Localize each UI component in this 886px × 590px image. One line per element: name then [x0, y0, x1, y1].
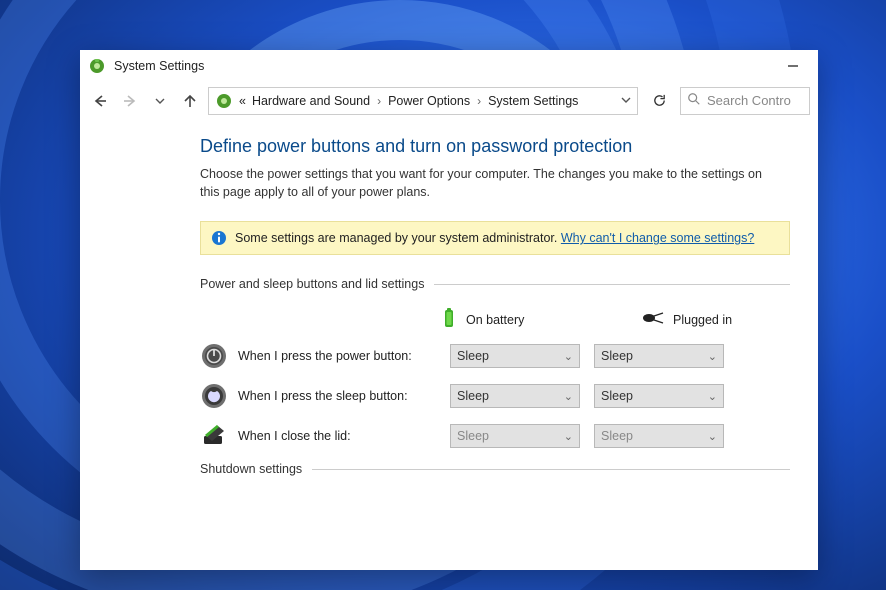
- chevron-down-icon: ⌄: [564, 390, 573, 403]
- select-value: Sleep: [601, 389, 633, 403]
- titlebar: System Settings: [80, 50, 818, 82]
- select-value: Sleep: [457, 389, 489, 403]
- notice-help-link[interactable]: Why can't I change some settings?: [561, 231, 754, 245]
- select-lid-plugged: Sleep ⌄: [594, 424, 724, 448]
- navbar: « Hardware and Sound › Power Options › S…: [80, 82, 818, 118]
- chevron-right-icon: ›: [377, 94, 381, 108]
- row-power-label: When I press the power button:: [238, 349, 412, 363]
- select-lid-battery: Sleep ⌄: [450, 424, 580, 448]
- select-value: Sleep: [457, 349, 489, 363]
- crumb-power-options[interactable]: Power Options: [388, 94, 470, 108]
- select-sleep-plugged[interactable]: Sleep ⌄: [594, 384, 724, 408]
- refresh-button[interactable]: [644, 87, 674, 115]
- control-panel-icon: [215, 92, 233, 110]
- chevron-down-icon: ⌄: [708, 350, 717, 363]
- minimize-button[interactable]: [776, 51, 810, 81]
- section-divider: [434, 284, 790, 285]
- breadcrumb-prefix: «: [239, 94, 246, 108]
- back-button[interactable]: [88, 89, 112, 113]
- row-power-button: When I press the power button: Sleep ⌄ S…: [200, 342, 790, 370]
- column-on-battery: On battery: [440, 307, 589, 332]
- section-divider: [312, 469, 790, 470]
- info-icon: [211, 230, 227, 246]
- plug-icon: [641, 310, 665, 329]
- select-power-battery[interactable]: Sleep ⌄: [450, 344, 580, 368]
- battery-icon: [440, 307, 458, 332]
- column-plugged-in: Plugged in: [641, 310, 790, 329]
- select-power-plugged[interactable]: Sleep ⌄: [594, 344, 724, 368]
- system-settings-window: System Settings « Hardware and Sound › P…: [80, 50, 818, 570]
- section-label: Power and sleep buttons and lid settings: [200, 277, 424, 291]
- section-shutdown: Shutdown settings: [200, 462, 790, 476]
- select-value: Sleep: [601, 429, 633, 443]
- up-button[interactable]: [178, 89, 202, 113]
- section-power-sleep-lid: Power and sleep buttons and lid settings: [200, 277, 790, 291]
- column-plugged-label: Plugged in: [673, 313, 732, 327]
- crumb-system-settings[interactable]: System Settings: [488, 94, 578, 108]
- row-sleep-button: When I press the sleep button: Sleep ⌄ S…: [200, 382, 790, 410]
- column-headers: On battery Plugged in: [200, 307, 790, 332]
- notice-text: Some settings are managed by your system…: [235, 231, 754, 245]
- power-button-icon: [200, 342, 228, 370]
- forward-button[interactable]: [118, 89, 142, 113]
- column-battery-label: On battery: [466, 313, 524, 327]
- search-icon: [687, 92, 701, 109]
- search-placeholder: Search Contro: [707, 93, 791, 108]
- chevron-right-icon: ›: [477, 94, 481, 108]
- select-value: Sleep: [601, 349, 633, 363]
- crumb-hardware[interactable]: Hardware and Sound: [252, 94, 370, 108]
- recent-locations-button[interactable]: [148, 89, 172, 113]
- select-sleep-battery[interactable]: Sleep ⌄: [450, 384, 580, 408]
- search-input[interactable]: Search Contro: [680, 87, 810, 115]
- page-description: Choose the power settings that you want …: [200, 165, 780, 201]
- chevron-down-icon: ⌄: [708, 390, 717, 403]
- app-icon: [88, 57, 106, 75]
- address-bar[interactable]: « Hardware and Sound › Power Options › S…: [208, 87, 638, 115]
- row-close-lid: When I close the lid: Sleep ⌄ Sleep ⌄: [200, 422, 790, 450]
- sleep-button-icon: [200, 382, 228, 410]
- row-sleep-label: When I press the sleep button:: [238, 389, 408, 403]
- window-title: System Settings: [114, 59, 768, 73]
- select-value: Sleep: [457, 429, 489, 443]
- chevron-down-icon: ⌄: [564, 430, 573, 443]
- address-dropdown-button[interactable]: [621, 93, 631, 108]
- admin-notice: Some settings are managed by your system…: [200, 221, 790, 255]
- content-pane: Define power buttons and turn on passwor…: [80, 118, 818, 570]
- lid-icon: [200, 422, 228, 450]
- notice-message: Some settings are managed by your system…: [235, 231, 557, 245]
- row-lid-label: When I close the lid:: [238, 429, 351, 443]
- chevron-down-icon: ⌄: [708, 430, 717, 443]
- section-label: Shutdown settings: [200, 462, 302, 476]
- chevron-down-icon: ⌄: [564, 350, 573, 363]
- page-heading: Define power buttons and turn on passwor…: [200, 136, 790, 157]
